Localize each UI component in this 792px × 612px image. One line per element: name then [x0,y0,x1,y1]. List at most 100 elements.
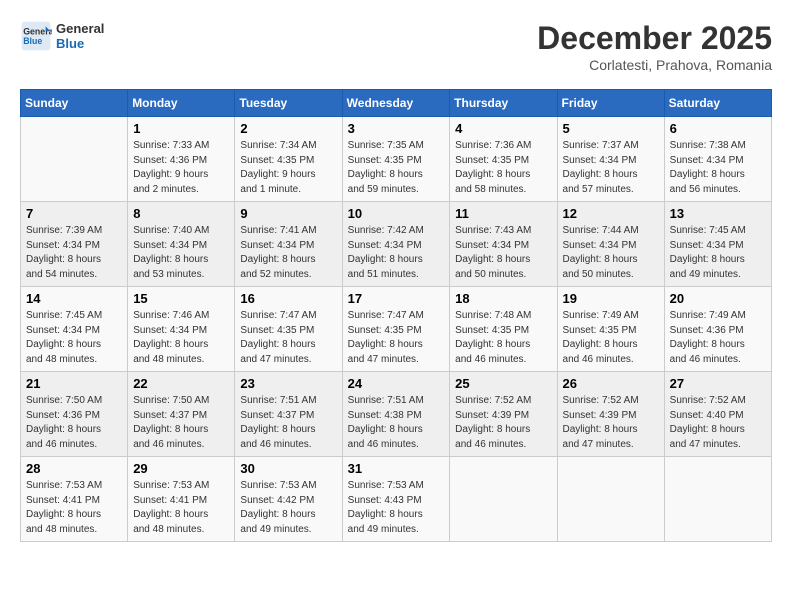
day-info: Sunrise: 7:39 AM Sunset: 4:34 PM Dayligh… [26,224,122,282]
day-info: Sunrise: 7:41 AM Sunset: 4:34 PM Dayligh… [240,224,336,282]
day-number: 17 [348,291,445,306]
title-area: December 2025 Corlatesti, Prahova, Roman… [537,20,772,73]
day-info: Sunrise: 7:49 AM Sunset: 4:36 PM Dayligh… [670,309,766,367]
calendar-cell: 27 Sunrise: 7:52 AM Sunset: 4:40 PM Dayli… [664,372,771,457]
day-number: 23 [240,376,336,391]
logo-line1: General [56,21,104,36]
calendar-cell: 30 Sunrise: 7:53 AM Sunset: 4:42 PM Dayli… [235,457,342,542]
day-info: Sunrise: 7:45 AM Sunset: 4:34 PM Dayligh… [670,224,766,282]
day-info: Sunrise: 7:47 AM Sunset: 4:35 PM Dayligh… [348,309,445,367]
col-header-thursday: Thursday [450,90,557,117]
day-number: 8 [133,206,229,221]
calendar-cell [450,457,557,542]
calendar-cell [557,457,664,542]
calendar-cell: 15Sunrise: 7:46 AM Sunset: 4:34 PM Dayli… [128,287,235,372]
day-info: Sunrise: 7:45 AM Sunset: 4:34 PM Dayligh… [26,309,122,367]
day-info: Sunrise: 7:43 AM Sunset: 4:34 PM Dayligh… [455,224,551,282]
day-info: Sunrise: 7:53 AM Sunset: 4:41 PM Dayligh… [133,479,229,537]
day-number: 7 [26,206,122,221]
day-number: 9 [240,206,336,221]
calendar-cell: 2Sunrise: 7:34 AM Sunset: 4:35 PM Daylig… [235,117,342,202]
day-info: Sunrise: 7:50 AM Sunset: 4:36 PM Dayligh… [26,394,122,452]
day-info: Sunrise: 7:36 AM Sunset: 4:35 PM Dayligh… [455,139,551,197]
calendar-cell: 7 Sunrise: 7:39 AM Sunset: 4:34 PM Daylig… [21,202,128,287]
calendar-header-row: SundayMondayTuesdayWednesdayThursdayFrid… [21,90,772,117]
day-number: 22 [133,376,229,391]
day-info: Sunrise: 7:42 AM Sunset: 4:34 PM Dayligh… [348,224,445,282]
calendar-cell: 11Sunrise: 7:43 AM Sunset: 4:34 PM Dayli… [450,202,557,287]
day-number: 4 [455,121,551,136]
svg-text:General: General [23,26,52,36]
day-number: 26 [563,376,659,391]
calendar-cell: 21 Sunrise: 7:50 AM Sunset: 4:36 PM Dayli… [21,372,128,457]
day-info: Sunrise: 7:52 AM Sunset: 4:39 PM Dayligh… [455,394,551,452]
logo-line2: Blue [56,36,104,51]
day-info: Sunrise: 7:48 AM Sunset: 4:35 PM Dayligh… [455,309,551,367]
day-info: Sunrise: 7:53 AM Sunset: 4:43 PM Dayligh… [348,479,445,537]
day-info: Sunrise: 7:49 AM Sunset: 4:35 PM Dayligh… [563,309,659,367]
svg-text:Blue: Blue [23,36,42,46]
calendar-cell: 17 Sunrise: 7:47 AM Sunset: 4:35 PM Dayli… [342,287,450,372]
col-header-friday: Friday [557,90,664,117]
calendar-cell [664,457,771,542]
calendar-cell: 1Sunrise: 7:33 AM Sunset: 4:36 PM Daylig… [128,117,235,202]
day-number: 20 [670,291,766,306]
day-number: 31 [348,461,445,476]
day-info: Sunrise: 7:53 AM Sunset: 4:41 PM Dayligh… [26,479,122,537]
day-number: 16 [240,291,336,306]
day-info: Sunrise: 7:52 AM Sunset: 4:39 PM Dayligh… [563,394,659,452]
day-info: Sunrise: 7:50 AM Sunset: 4:37 PM Dayligh… [133,394,229,452]
calendar-cell: 18 Sunrise: 7:48 AM Sunset: 4:35 PM Dayli… [450,287,557,372]
day-info: Sunrise: 7:51 AM Sunset: 4:38 PM Dayligh… [348,394,445,452]
day-number: 1 [133,121,229,136]
day-info: Sunrise: 7:37 AM Sunset: 4:34 PM Dayligh… [563,139,659,197]
day-number: 12 [563,206,659,221]
day-info: Sunrise: 7:52 AM Sunset: 4:40 PM Dayligh… [670,394,766,452]
col-header-tuesday: Tuesday [235,90,342,117]
calendar-week-row: 14Sunrise: 7:45 AM Sunset: 4:34 PM Dayli… [21,287,772,372]
day-number: 28 [26,461,122,476]
day-number: 21 [26,376,122,391]
day-info: Sunrise: 7:44 AM Sunset: 4:34 PM Dayligh… [563,224,659,282]
calendar-cell: 13Sunrise: 7:45 AM Sunset: 4:34 PM Dayli… [664,202,771,287]
calendar-cell: 19 Sunrise: 7:49 AM Sunset: 4:35 PM Dayli… [557,287,664,372]
calendar-cell: 16 Sunrise: 7:47 AM Sunset: 4:35 PM Dayli… [235,287,342,372]
day-info: Sunrise: 7:38 AM Sunset: 4:34 PM Dayligh… [670,139,766,197]
day-number: 27 [670,376,766,391]
location-subtitle: Corlatesti, Prahova, Romania [537,57,772,73]
calendar-cell: 12 Sunrise: 7:44 AM Sunset: 4:34 PM Dayli… [557,202,664,287]
col-header-wednesday: Wednesday [342,90,450,117]
calendar-cell: 10 Sunrise: 7:42 AM Sunset: 4:34 PM Dayli… [342,202,450,287]
col-header-saturday: Saturday [664,90,771,117]
logo-icon: General Blue [20,20,52,52]
calendar-table: SundayMondayTuesdayWednesdayThursdayFrid… [20,89,772,542]
day-number: 30 [240,461,336,476]
calendar-cell: 8Sunrise: 7:40 AM Sunset: 4:34 PM Daylig… [128,202,235,287]
calendar-cell: 14Sunrise: 7:45 AM Sunset: 4:34 PM Dayli… [21,287,128,372]
calendar-cell [21,117,128,202]
calendar-week-row: 7 Sunrise: 7:39 AM Sunset: 4:34 PM Daylig… [21,202,772,287]
calendar-cell: 28 Sunrise: 7:53 AM Sunset: 4:41 PM Dayli… [21,457,128,542]
logo: General Blue General Blue [20,20,104,52]
day-info: Sunrise: 7:53 AM Sunset: 4:42 PM Dayligh… [240,479,336,537]
calendar-cell: 4 Sunrise: 7:36 AM Sunset: 4:35 PM Daylig… [450,117,557,202]
calendar-cell: 5Sunrise: 7:37 AM Sunset: 4:34 PM Daylig… [557,117,664,202]
calendar-cell: 20 Sunrise: 7:49 AM Sunset: 4:36 PM Dayli… [664,287,771,372]
calendar-cell: 29Sunrise: 7:53 AM Sunset: 4:41 PM Dayli… [128,457,235,542]
calendar-cell: 3Sunrise: 7:35 AM Sunset: 4:35 PM Daylig… [342,117,450,202]
header: General Blue General Blue December 2025 … [20,20,772,73]
day-info: Sunrise: 7:34 AM Sunset: 4:35 PM Dayligh… [240,139,336,197]
calendar-cell: 6Sunrise: 7:38 AM Sunset: 4:34 PM Daylig… [664,117,771,202]
calendar-cell: 31 Sunrise: 7:53 AM Sunset: 4:43 PM Dayli… [342,457,450,542]
calendar-week-row: 28 Sunrise: 7:53 AM Sunset: 4:41 PM Dayli… [21,457,772,542]
day-number: 19 [563,291,659,306]
day-number: 18 [455,291,551,306]
day-info: Sunrise: 7:47 AM Sunset: 4:35 PM Dayligh… [240,309,336,367]
calendar-cell: 26 Sunrise: 7:52 AM Sunset: 4:39 PM Dayli… [557,372,664,457]
calendar-cell: 22 Sunrise: 7:50 AM Sunset: 4:37 PM Dayli… [128,372,235,457]
calendar-cell: 23Sunrise: 7:51 AM Sunset: 4:37 PM Dayli… [235,372,342,457]
calendar-body: 1Sunrise: 7:33 AM Sunset: 4:36 PM Daylig… [21,117,772,542]
calendar-week-row: 1Sunrise: 7:33 AM Sunset: 4:36 PM Daylig… [21,117,772,202]
col-header-sunday: Sunday [21,90,128,117]
day-number: 10 [348,206,445,221]
